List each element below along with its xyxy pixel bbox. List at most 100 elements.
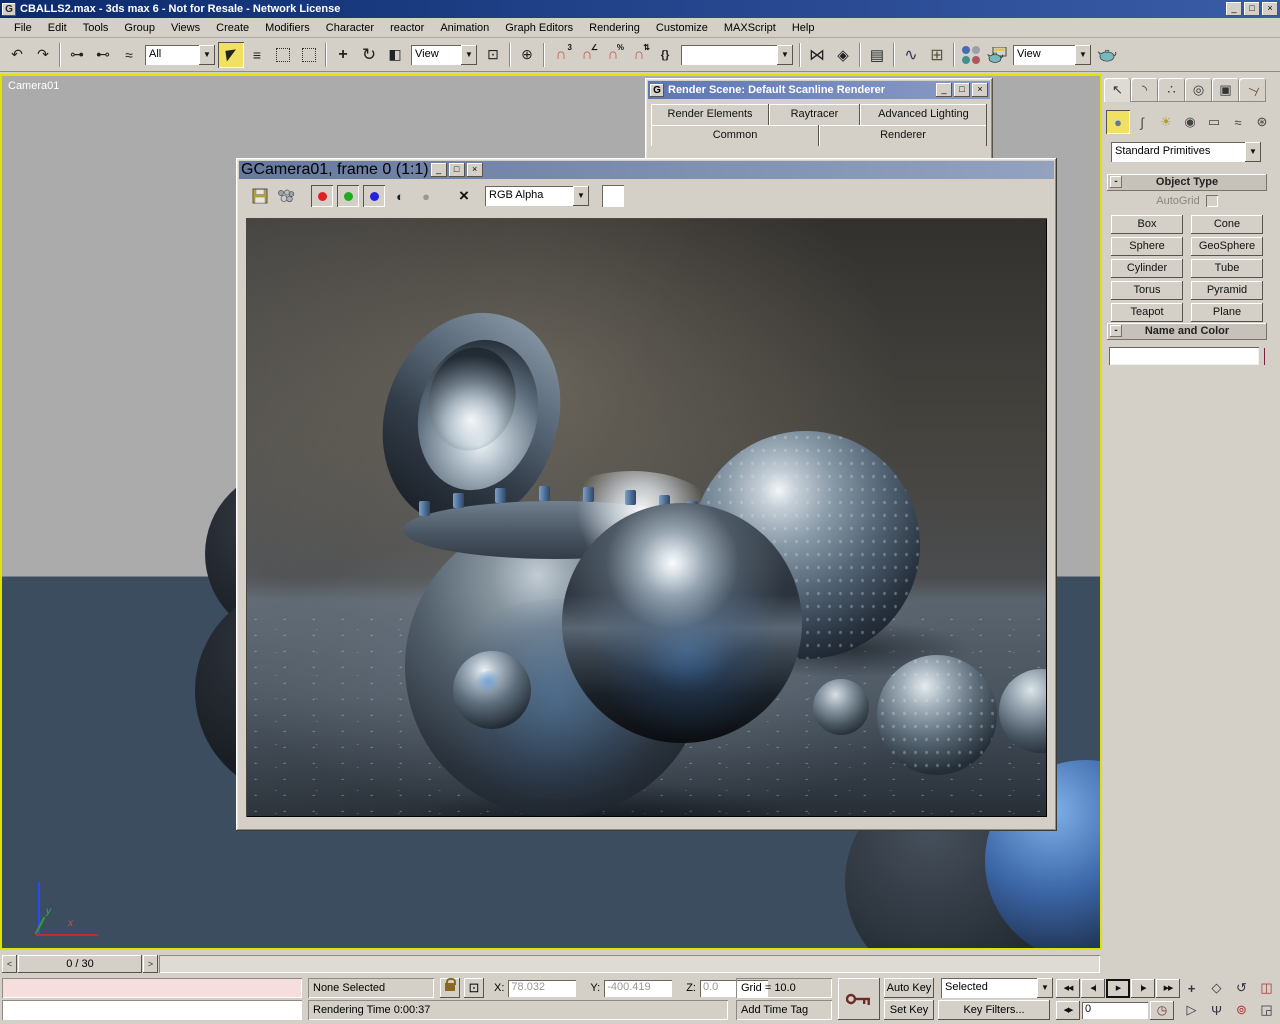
alpha-channel-toggle[interactable]: ◐ bbox=[389, 185, 411, 207]
named-selection-sets-icon[interactable]: {} bbox=[652, 42, 678, 68]
tab-display-icon[interactable]: ▣ bbox=[1212, 78, 1239, 102]
add-time-tag[interactable]: Add Time Tag bbox=[736, 1000, 832, 1020]
use-pivot-point-center-icon[interactable]: ⊡ bbox=[480, 42, 506, 68]
set-keys-button[interactable] bbox=[838, 978, 880, 1020]
menu-maxscript[interactable]: MAXScript bbox=[716, 20, 784, 36]
chevron-down-icon[interactable]: ▼ bbox=[1245, 142, 1261, 162]
auto-key-button[interactable]: Auto Key bbox=[884, 978, 934, 998]
menu-file[interactable]: File bbox=[6, 20, 40, 36]
absolute-mode-icon[interactable]: ⊡ bbox=[464, 978, 484, 998]
menu-modifiers[interactable]: Modifiers bbox=[257, 20, 318, 36]
set-key-button[interactable]: Set Key bbox=[884, 1000, 934, 1020]
go-to-end-icon[interactable]: ▶▶ bbox=[1156, 979, 1180, 998]
field-of-view-icon[interactable]: ▷ bbox=[1180, 1000, 1203, 1021]
chevron-down-icon[interactable]: ▼ bbox=[461, 45, 477, 65]
select-and-rotate-icon[interactable]: ↻ bbox=[356, 42, 382, 68]
menu-animation[interactable]: Animation bbox=[432, 20, 497, 36]
menu-graph-editors[interactable]: Graph Editors bbox=[497, 20, 581, 36]
tab-render-elements[interactable]: Render Elements bbox=[651, 104, 769, 125]
tube-button[interactable]: Tube bbox=[1191, 259, 1263, 278]
selection-filter-dropdown[interactable]: All ▼ bbox=[145, 45, 215, 65]
menu-group[interactable]: Group bbox=[116, 20, 163, 36]
object-type-header[interactable]: - Object Type bbox=[1107, 174, 1267, 191]
key-selection-dropdown[interactable]: Selected ▼ bbox=[941, 978, 1053, 998]
maximize-button[interactable]: □ bbox=[1244, 2, 1260, 16]
select-and-link-icon[interactable]: ⊶ bbox=[64, 42, 90, 68]
frame-window-title-bar[interactable]: G Camera01, frame 0 (1:1) _ □ × bbox=[239, 161, 1054, 179]
collapse-icon[interactable]: - bbox=[1110, 325, 1122, 337]
mirror-icon[interactable]: ⋈ bbox=[804, 42, 830, 68]
channel-display-dropdown[interactable]: RGB Alpha ▼ bbox=[485, 186, 589, 206]
name-color-header[interactable]: - Name and Color bbox=[1107, 323, 1267, 340]
clear-button[interactable]: × bbox=[453, 185, 475, 207]
chevron-down-icon[interactable]: ▼ bbox=[1075, 45, 1091, 65]
viewport-label[interactable]: Camera01 bbox=[8, 80, 59, 92]
key-mode-toggle-icon[interactable]: ◀▶ bbox=[1056, 1001, 1080, 1020]
angle-snap-icon[interactable]: ∩∠ bbox=[574, 42, 600, 68]
frame-close-button[interactable]: × bbox=[467, 163, 483, 177]
box-button[interactable]: Box bbox=[1111, 215, 1183, 234]
menu-rendering[interactable]: Rendering bbox=[581, 20, 648, 36]
previous-frame-arrow[interactable]: < bbox=[2, 955, 17, 973]
percent-snap-icon[interactable]: ∩% bbox=[600, 42, 626, 68]
snap-toggle-icon[interactable]: ∩3 bbox=[548, 42, 574, 68]
menu-help[interactable]: Help bbox=[784, 20, 823, 36]
sphere-button[interactable]: Sphere bbox=[1111, 237, 1183, 256]
render-type-dropdown[interactable]: View ▼ bbox=[1013, 45, 1091, 65]
tab-modify-icon[interactable]: ◝ bbox=[1131, 78, 1158, 102]
spinner-snap-icon[interactable]: ∩⇅ bbox=[626, 42, 652, 68]
select-and-manipulate-icon[interactable]: ⊕ bbox=[514, 42, 540, 68]
schematic-view-icon[interactable]: ⊞ bbox=[924, 42, 950, 68]
save-bitmap-icon[interactable] bbox=[249, 185, 271, 207]
pan-hand-icon[interactable]: Ψ bbox=[1205, 1000, 1228, 1021]
maxscript-listener-white[interactable] bbox=[2, 1000, 302, 1020]
next-frame-arrow[interactable]: > bbox=[143, 955, 158, 973]
background-color-swatch[interactable] bbox=[602, 185, 624, 207]
autogrid-checkbox[interactable] bbox=[1206, 195, 1218, 207]
key-filters-button[interactable]: Key Filters... bbox=[938, 1000, 1050, 1020]
min-max-toggle-icon[interactable]: ◲ bbox=[1255, 1000, 1278, 1021]
rectangular-selection-region-icon[interactable] bbox=[270, 42, 296, 68]
window-crossing-toggle-icon[interactable] bbox=[296, 42, 322, 68]
cone-button[interactable]: Cone bbox=[1191, 215, 1263, 234]
geosphere-button[interactable]: GeoSphere bbox=[1191, 237, 1263, 256]
current-frame-field[interactable]: 0 bbox=[1082, 1002, 1148, 1019]
tab-common[interactable]: Common bbox=[651, 125, 819, 146]
geometry-icon[interactable]: ● bbox=[1106, 110, 1130, 134]
selection-lock-icon[interactable] bbox=[440, 978, 460, 998]
select-by-name-icon[interactable]: ≡ bbox=[244, 42, 270, 68]
frame-minimize-button[interactable]: _ bbox=[431, 163, 447, 177]
reference-coordinate-system-dropdown[interactable]: View ▼ bbox=[411, 45, 477, 65]
tab-raytracer[interactable]: Raytracer bbox=[769, 104, 860, 125]
torus-button[interactable]: Torus bbox=[1111, 281, 1183, 300]
shapes-icon[interactable]: ∫ bbox=[1130, 110, 1154, 134]
material-editor-icon[interactable] bbox=[958, 42, 984, 68]
render-dialog-title-bar[interactable]: G Render Scene: Default Scanline Rendere… bbox=[648, 81, 990, 99]
menu-views[interactable]: Views bbox=[163, 20, 208, 36]
plane-button[interactable]: Plane bbox=[1191, 303, 1263, 322]
play-animation-icon[interactable]: ▶ bbox=[1106, 979, 1130, 998]
y-coordinate-field[interactable]: -400.419 bbox=[604, 980, 672, 997]
unlink-selection-icon[interactable]: ⊷ bbox=[90, 42, 116, 68]
align-icon[interactable]: ◈ bbox=[830, 42, 856, 68]
clone-rendered-frame-icon[interactable] bbox=[275, 185, 297, 207]
tab-renderer[interactable]: Renderer bbox=[819, 125, 987, 146]
helpers-icon[interactable]: ▭ bbox=[1202, 110, 1226, 134]
quick-render-icon[interactable] bbox=[1094, 42, 1120, 68]
select-and-scale-icon[interactable]: ◧ bbox=[382, 42, 408, 68]
menu-tools[interactable]: Tools bbox=[75, 20, 117, 36]
space-warps-icon[interactable]: ≈ bbox=[1226, 110, 1250, 134]
dialog-maximize-button[interactable]: □ bbox=[954, 83, 970, 97]
zoom-extents-all-icon[interactable]: ◫ bbox=[1255, 978, 1278, 999]
bind-to-space-warp-icon[interactable]: ≈ bbox=[116, 42, 142, 68]
menu-create[interactable]: Create bbox=[208, 20, 257, 36]
select-and-move-icon[interactable]: + bbox=[330, 42, 356, 68]
primitive-category-dropdown[interactable]: Standard Primitives ▼ bbox=[1111, 142, 1261, 162]
lights-icon[interactable]: ☀ bbox=[1154, 110, 1178, 134]
chevron-down-icon[interactable]: ▼ bbox=[777, 45, 793, 65]
previous-frame-icon[interactable]: ◀| bbox=[1081, 979, 1105, 998]
redo-icon[interactable]: ↷ bbox=[30, 42, 56, 68]
systems-icon[interactable]: ⊛ bbox=[1250, 110, 1274, 134]
named-selection-dropdown[interactable]: ▼ bbox=[681, 45, 793, 65]
minimize-button[interactable]: _ bbox=[1226, 2, 1242, 16]
